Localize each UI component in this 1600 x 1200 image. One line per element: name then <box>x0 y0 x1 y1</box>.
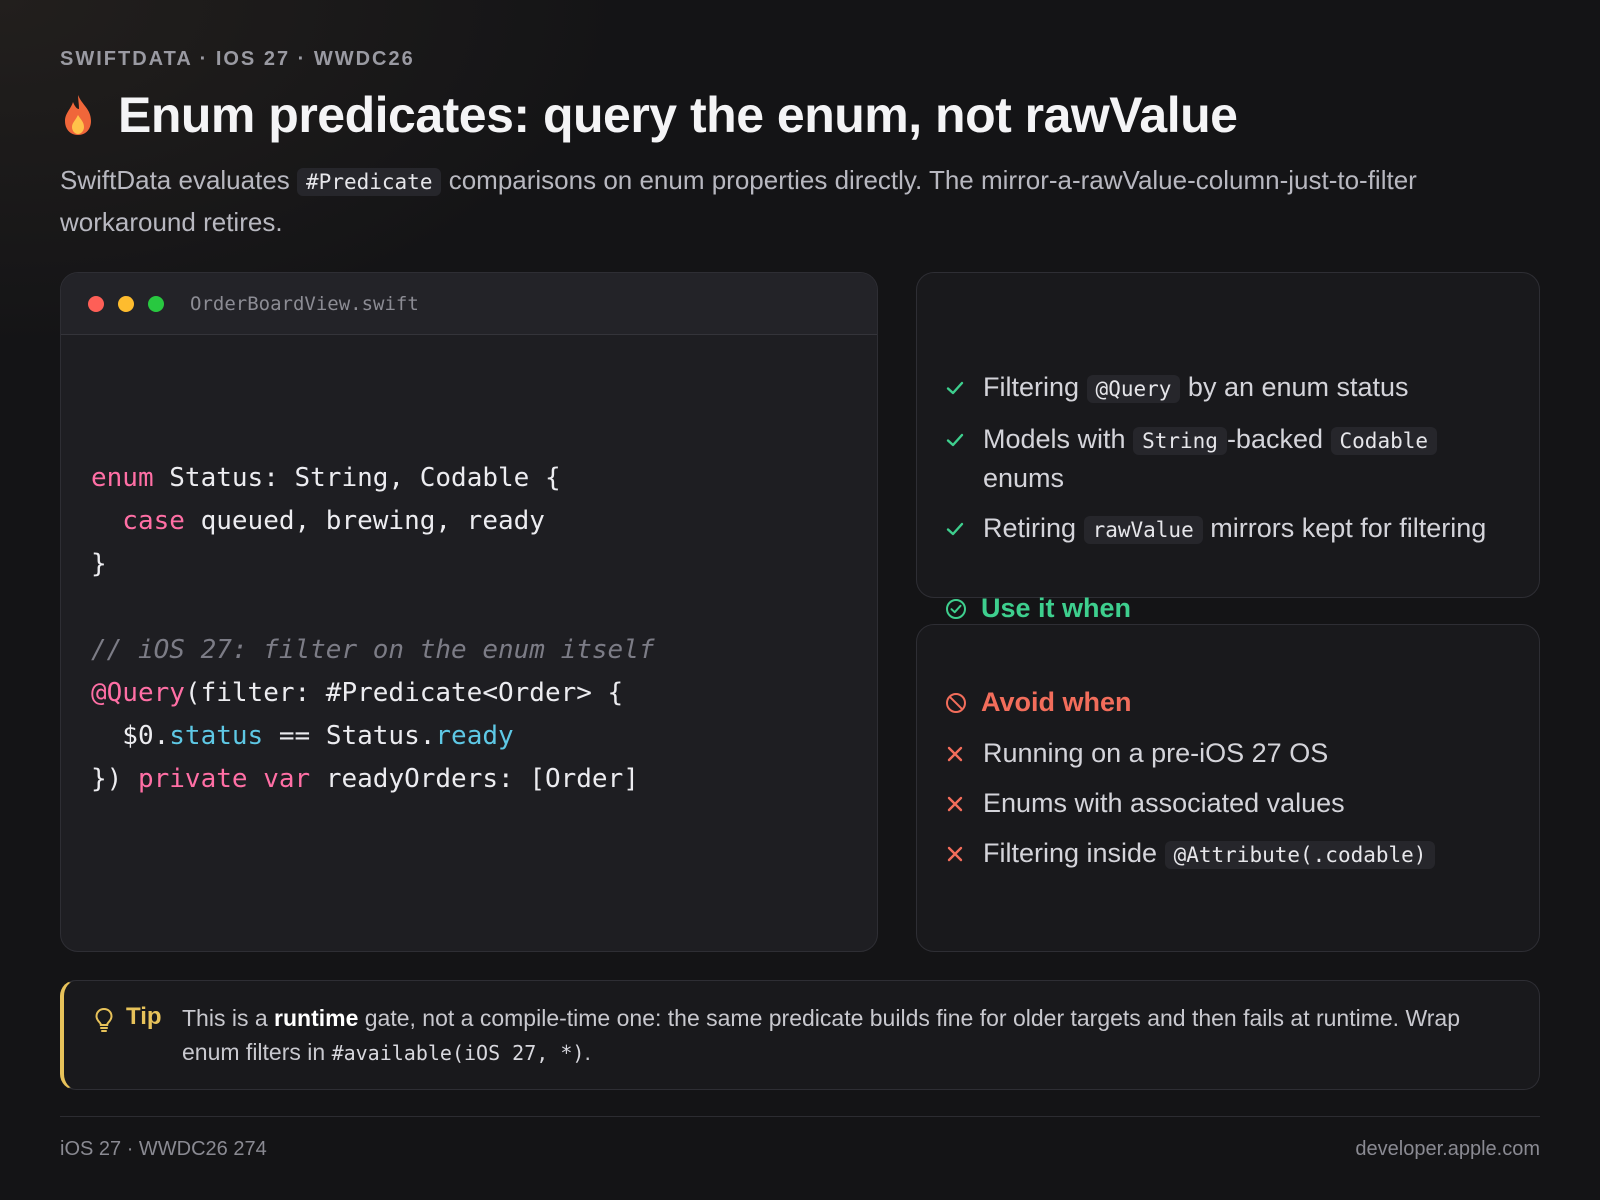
flame-icon <box>65 95 91 135</box>
use-it-when-card: Use it when Filtering @Query by an enum … <box>916 272 1540 623</box>
item-text: Enums with associated values <box>983 788 1345 818</box>
zoom-window-dot[interactable] <box>148 295 164 312</box>
prohibited-icon <box>946 692 966 713</box>
kicker: SWIFTDATA · IOS 27 · WWDC26 <box>60 48 415 70</box>
attribute: @Query <box>91 678 185 708</box>
tip-text-pre: This is a <box>182 1005 268 1031</box>
item-text-post: by an enum status <box>1187 372 1409 402</box>
title-row: Enum predicates: query the enum, not raw… <box>60 86 1238 144</box>
use-heading-text: Use it when <box>981 593 1132 623</box>
list-item: Retiring rawValue mirrors kept for filte… <box>945 510 1515 549</box>
code-line-1: enum Status: String, Codable { <box>91 463 561 493</box>
subtitle-code: #Predicate <box>297 168 442 196</box>
minimize-window-dot[interactable] <box>118 295 134 312</box>
tip-text: This is a runtime gate, not a compile-ti… <box>182 1001 1522 1070</box>
item-text-pre: Filtering inside <box>983 838 1158 868</box>
lightbulb-icon <box>95 1007 113 1032</box>
code-line-2: case queued, brewing, ready <box>91 506 545 536</box>
item-text-pre: Models with <box>983 424 1126 454</box>
x-icon <box>947 746 963 762</box>
list-item: Models with String -backed Codable enums <box>945 421 1515 497</box>
item-text-mid: -backed <box>1226 424 1323 454</box>
check-icon <box>946 522 964 536</box>
close-window-dot[interactable] <box>88 295 104 312</box>
code-block: enum Status: String, Codable { case queu… <box>91 457 655 801</box>
item-text: Filtering inside @Attribute(.codable) <box>983 835 1436 874</box>
tip-emphasis: runtime <box>274 1005 359 1031</box>
tip-text-end: . <box>584 1039 591 1065</box>
use-list: Filtering @Query by an enum status Model… <box>945 369 1515 562</box>
footer-source-link[interactable]: developer.apple.com <box>1355 1138 1540 1161</box>
check-circle-icon <box>946 598 966 619</box>
tip-code: #available(iOS 27, *) <box>331 1041 585 1065</box>
avoid-when-heading: Avoid when <box>945 687 1132 718</box>
list-item: Filtering inside @Attribute(.codable) <box>945 835 1515 874</box>
code-text: queued, brewing, ready <box>184 506 545 536</box>
code-line-6: @Query(filter: #Predicate<Order> { <box>91 678 623 708</box>
item-text: Filtering @Query by an enum status <box>983 369 1409 408</box>
code-window: OrderBoardView.swift enum Status: String… <box>60 272 878 952</box>
code-line-8: }) private var readyOrders: [Order] <box>91 764 639 794</box>
code-comment: // iOS 27: filter on the enum itself <box>91 635 655 665</box>
code-text: readyOrders: [Order] <box>310 764 639 794</box>
list-item: Running on a pre-iOS 27 OS <box>945 735 1515 772</box>
keyword: var <box>263 764 311 794</box>
keyword: private <box>137 764 248 794</box>
item-text-post: enums <box>983 463 1065 493</box>
code-text: }) <box>91 764 138 794</box>
page: SWIFTDATA · IOS 27 · WWDC26 Enum predica… <box>0 0 1600 1200</box>
x-icon <box>947 846 963 862</box>
keyword: enum <box>91 463 154 493</box>
list-item: Enums with associated values <box>945 785 1515 822</box>
tip-callout: Tip This is a runtime gate, not a compil… <box>60 980 1540 1090</box>
keyword: case <box>91 506 185 536</box>
item-code: @Query <box>1086 375 1181 403</box>
x-icon <box>947 796 963 812</box>
item-code: String <box>1133 427 1227 455</box>
item-text: Running on a pre-iOS 27 OS <box>983 738 1329 768</box>
item-code: Codable <box>1330 427 1438 455</box>
code-filename: OrderBoardView.swift <box>190 292 419 315</box>
list-item: Filtering @Query by an enum status <box>945 369 1515 408</box>
avoid-heading-text: Avoid when <box>981 687 1132 717</box>
item-code: @Attribute(.codable) <box>1164 841 1436 869</box>
item-text-post: mirrors kept for filtering <box>1210 513 1487 543</box>
item-code: rawValue <box>1083 516 1203 544</box>
code-titlebar: OrderBoardView.swift <box>61 273 877 335</box>
code-text: (filter: #Predicate<Order> { <box>184 678 624 708</box>
subtitle: SwiftData evaluates #Predicate compariso… <box>60 160 1540 242</box>
check-icon <box>946 433 964 447</box>
footer-divider <box>60 1116 1540 1117</box>
code-text: $0. <box>91 721 170 751</box>
use-it-when-heading: Use it when <box>945 593 1131 624</box>
item-text-pre: Retiring <box>983 513 1077 543</box>
subtitle-pre: SwiftData evaluates <box>60 165 290 195</box>
property: status <box>169 721 264 751</box>
footer-session: iOS 27 · WWDC26 274 <box>60 1138 267 1160</box>
page-title: Enum predicates: query the enum, not raw… <box>118 87 1238 143</box>
code-line-7: $0.status == Status.ready <box>91 721 514 751</box>
tip-label: Tip <box>126 1003 162 1030</box>
avoid-list: Running on a pre-iOS 27 OS Enums with as… <box>945 735 1515 887</box>
code-text: Status: String, Codable { <box>153 463 561 493</box>
enum-case: ready <box>435 721 514 751</box>
item-text: Retiring rawValue mirrors kept for filte… <box>983 510 1486 549</box>
avoid-when-card: Avoid when Running on a pre-iOS 27 OS En… <box>916 624 1540 952</box>
check-icon <box>946 381 964 395</box>
code-text: == Status. <box>263 721 436 751</box>
code-line-3: } <box>91 549 107 579</box>
item-text: Models with String -backed Codable enums <box>983 421 1515 497</box>
item-text-pre: Filtering <box>983 372 1080 402</box>
